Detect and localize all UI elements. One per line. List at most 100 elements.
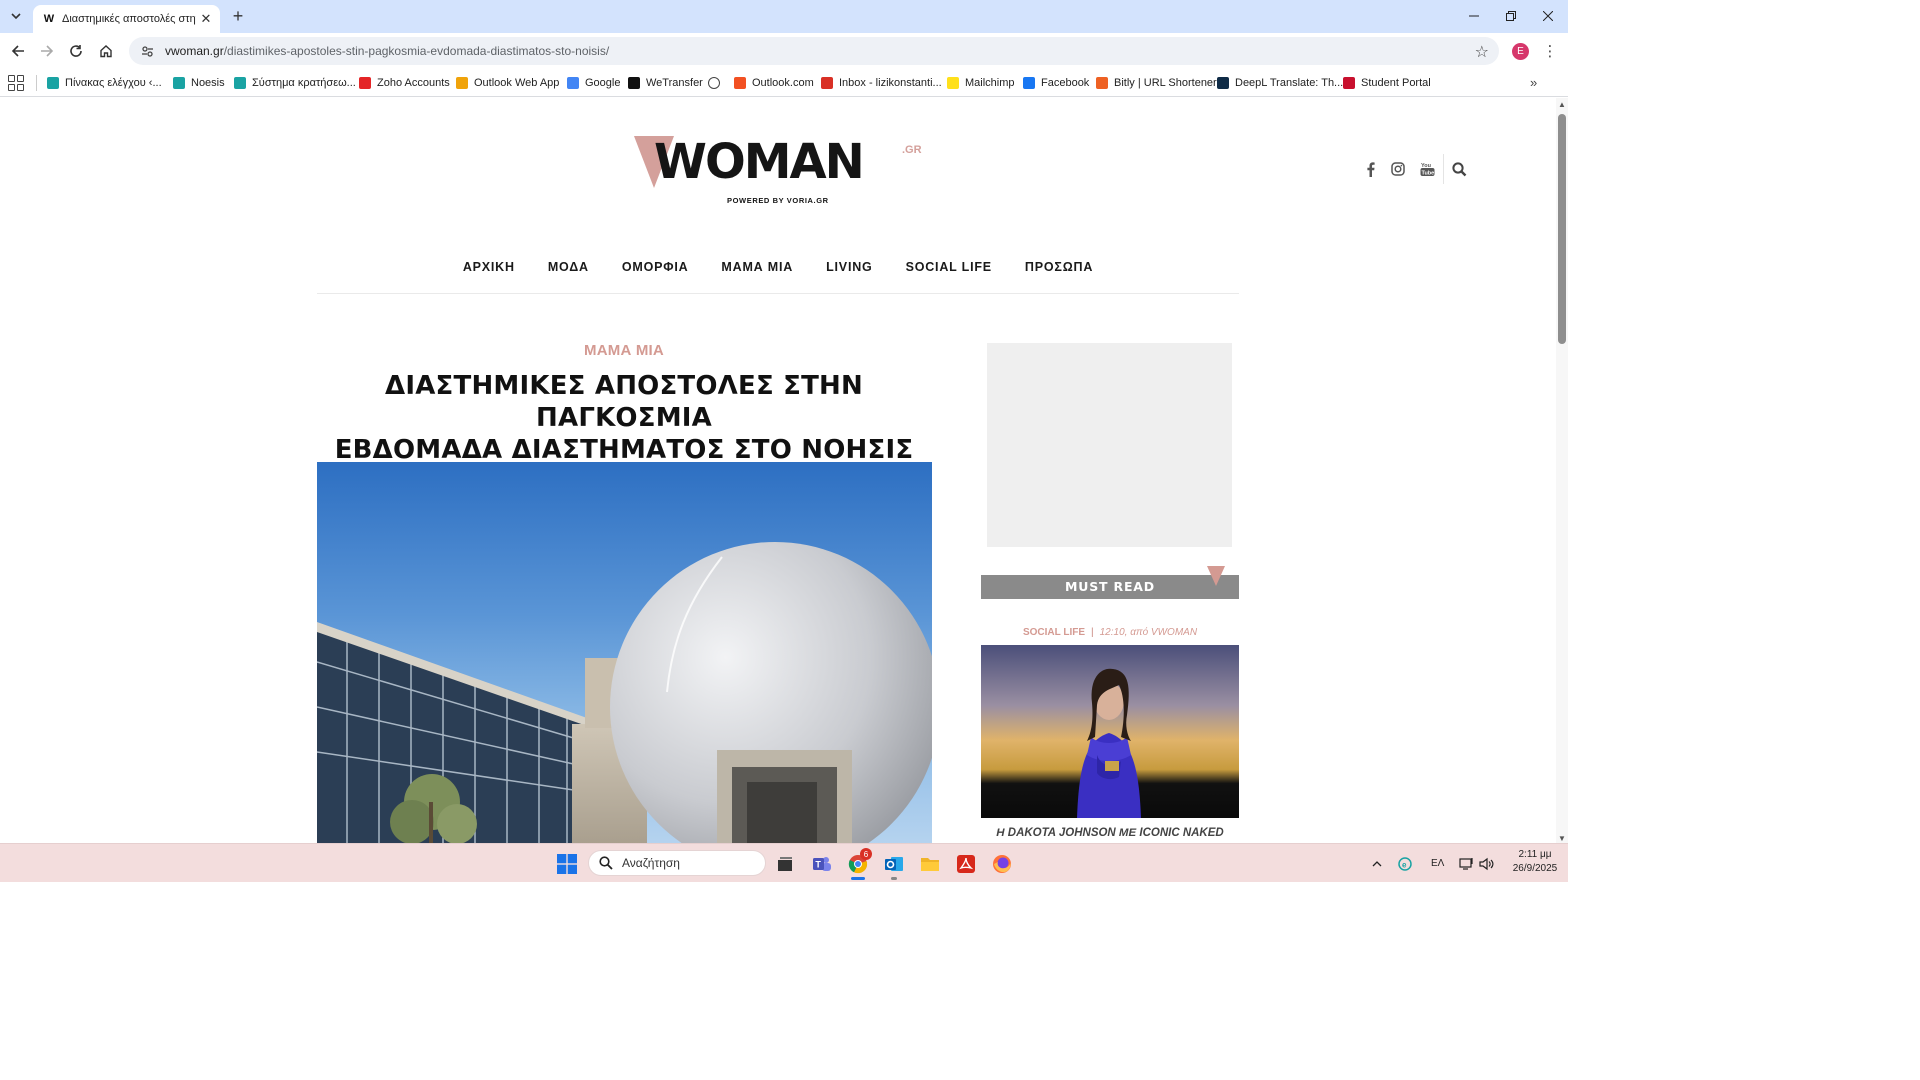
bookmark-label: Σύστημα κρατήσεω... (252, 77, 356, 89)
booking-icon (234, 77, 246, 89)
page-viewport: WOMAN .GR POWERED BY VORIA.GR You Tube ΑΡ… (0, 98, 1556, 843)
nav-item-living[interactable]: LIVING (826, 258, 872, 293)
show-hidden-icons-chevron-icon[interactable] (1369, 853, 1385, 875)
windows-taskbar: Αναζήτηση T 6 e ΕΛ 2:11 μμ 26/9/2025 (0, 843, 1568, 882)
must-read-title[interactable]: Η DAKOTA JOHNSON ΜΕ ICONIC NAKED (981, 827, 1239, 839)
bookmark-item[interactable]: Σύστημα κρατήσεω... (234, 74, 356, 92)
portal-icon (1343, 77, 1355, 89)
bookmark-item[interactable]: Outlook Web App (456, 74, 559, 92)
must-read-image[interactable] (981, 645, 1239, 818)
bookmark-item[interactable]: Student Portal (1343, 74, 1431, 92)
site-logo[interactable]: WOMAN .GR POWERED BY VORIA.GR (634, 132, 924, 212)
forward-button[interactable] (37, 41, 57, 61)
site-info-icon[interactable] (139, 43, 155, 59)
bookmark-item[interactable]: DeepL Translate: Th... (1217, 74, 1343, 92)
taskbar-search[interactable]: Αναζήτηση (588, 850, 766, 876)
back-button[interactable] (8, 41, 28, 61)
youtube-icon[interactable]: You Tube (1418, 161, 1436, 177)
headline-line-2: ΕΒΔΟΜΑΔΑ ΔΙΑΣΤΗΜΑΤΟΣ ΣΤΟ ΝΟΗΣΙΣ (334, 435, 914, 465)
tab-search-button[interactable] (6, 6, 26, 26)
must-read-category[interactable]: SOCIAL LIFE (1023, 627, 1085, 638)
microsoft-icon (734, 77, 746, 89)
bookmark-item[interactable] (708, 74, 726, 92)
bookmark-item[interactable]: Πίνακας ελέγχου ‹... (47, 74, 162, 92)
more-bookmarks-icon[interactable]: » (1530, 75, 1537, 90)
restore-button[interactable] (1501, 7, 1521, 25)
browser-menu-icon[interactable]: ⋮ (1542, 42, 1558, 60)
scroll-up-arrow-icon[interactable]: ▲ (1558, 100, 1566, 109)
taskbar-search-placeholder: Αναζήτηση (622, 856, 680, 870)
apps-grid-icon[interactable] (8, 75, 24, 91)
facebook-icon (1023, 77, 1035, 89)
file-explorer-icon[interactable] (919, 853, 941, 875)
logo-wordmark: WOMAN (654, 134, 865, 190)
article-category[interactable]: ΜΑΜΑ ΜΙΑ (317, 342, 931, 359)
nav-item-fashion[interactable]: ΜΟΔΑ (548, 258, 589, 293)
nav-item-people[interactable]: ΠΡΟΣΩΠΑ (1025, 258, 1093, 293)
home-icon (100, 45, 112, 58)
tray-app-icon[interactable]: e (1395, 853, 1415, 875)
page-scrollbar[interactable]: ▲ ▼ (1556, 98, 1568, 843)
clock-time[interactable]: 2:11 μμ (1509, 849, 1561, 860)
nav-item-beauty[interactable]: ΟΜΟΡΦΙΑ (622, 258, 689, 293)
restore-icon (1506, 11, 1516, 21)
network-icon[interactable] (1458, 853, 1476, 875)
active-tab[interactable]: W Διαστημικές αποστολές στην Π ✕ (33, 5, 220, 33)
close-tab-icon[interactable]: ✕ (198, 11, 214, 27)
bookmark-item[interactable]: Outlook.com (734, 74, 814, 92)
profile-avatar[interactable]: E (1512, 43, 1529, 60)
teams-icon[interactable]: T (811, 853, 833, 875)
windows-start-icon[interactable] (556, 853, 578, 875)
minimize-button[interactable] (1464, 7, 1484, 25)
nav-item-home[interactable]: ΑΡΧΙΚΗ (463, 258, 515, 293)
chrome-notification-badge: 6 (860, 848, 872, 860)
outlook-icon[interactable] (883, 853, 905, 880)
zoho-icon (359, 77, 371, 89)
bookmark-item[interactable]: Facebook (1023, 74, 1089, 92)
forward-arrow-icon (41, 45, 54, 57)
bookmark-label: Outlook Web App (474, 77, 560, 89)
new-tab-button[interactable]: + (229, 7, 247, 25)
bookmark-item[interactable]: Bitly | URL Shortener (1096, 74, 1217, 92)
logo-suffix: .GR (902, 144, 922, 156)
headline-line-1: ΔΙΑΣΤΗΜΙΚΕΣ ΑΠΟΣΤΟΛΕΣ ΣΤΗΝ ΠΑΓΚΟΣΜΙΑ (385, 371, 863, 433)
google-icon (567, 77, 579, 89)
firefox-icon[interactable] (991, 853, 1013, 875)
globe-icon (708, 77, 720, 89)
svg-text:e: e (1402, 861, 1407, 870)
home-button[interactable] (96, 41, 116, 61)
close-window-button[interactable] (1538, 7, 1558, 25)
deepl-icon (1217, 77, 1229, 89)
scroll-down-arrow-icon[interactable]: ▼ (1558, 834, 1566, 843)
nav-item-mama-mia[interactable]: ΜΑΜΑ ΜΙΑ (721, 258, 793, 293)
reload-button[interactable] (66, 41, 86, 61)
search-icon[interactable] (1451, 161, 1467, 177)
input-language-indicator[interactable]: ΕΛ (1431, 858, 1444, 869)
scrollbar-thumb[interactable] (1558, 114, 1566, 344)
bookmark-item[interactable]: Google (567, 74, 620, 92)
clock-date[interactable]: 26/9/2025 (1505, 863, 1565, 874)
bookmark-star-icon[interactable]: ☆ (1475, 42, 1489, 62)
bookmark-item[interactable]: Zoho Accounts (359, 74, 450, 92)
must-read-flag-mark (1207, 566, 1225, 586)
bookmark-label: DeepL Translate: Th... (1235, 77, 1344, 89)
instagram-icon[interactable] (1390, 161, 1406, 177)
chrome-taskbar-icon[interactable]: 6 (847, 848, 872, 880)
task-view-icon[interactable] (774, 853, 796, 875)
volume-icon[interactable] (1478, 853, 1496, 875)
bookmark-label: Inbox - lizikonstanti... (839, 77, 942, 89)
logo-tagline: POWERED BY VORIA.GR (727, 196, 829, 205)
acrobat-icon[interactable] (955, 853, 977, 875)
bookmark-item[interactable]: Mailchimp (947, 74, 1015, 92)
bookmark-label: Outlook.com (752, 77, 814, 89)
vwoman-favicon-icon: W (43, 13, 55, 25)
bookmark-item[interactable]: Noesis (173, 74, 225, 92)
bookmark-label: Zoho Accounts (377, 77, 450, 89)
facebook-icon[interactable] (1364, 161, 1378, 177)
bookmark-item[interactable]: WeTransfer (628, 74, 703, 92)
meta-separator: | (1091, 627, 1094, 638)
close-icon (1543, 11, 1553, 21)
address-bar[interactable]: vwoman.gr/diastimikes-apostoles-stin-pag… (129, 37, 1499, 65)
bookmark-item[interactable]: Inbox - lizikonstanti... (821, 74, 942, 92)
nav-item-social-life[interactable]: SOCIAL LIFE (906, 258, 992, 293)
